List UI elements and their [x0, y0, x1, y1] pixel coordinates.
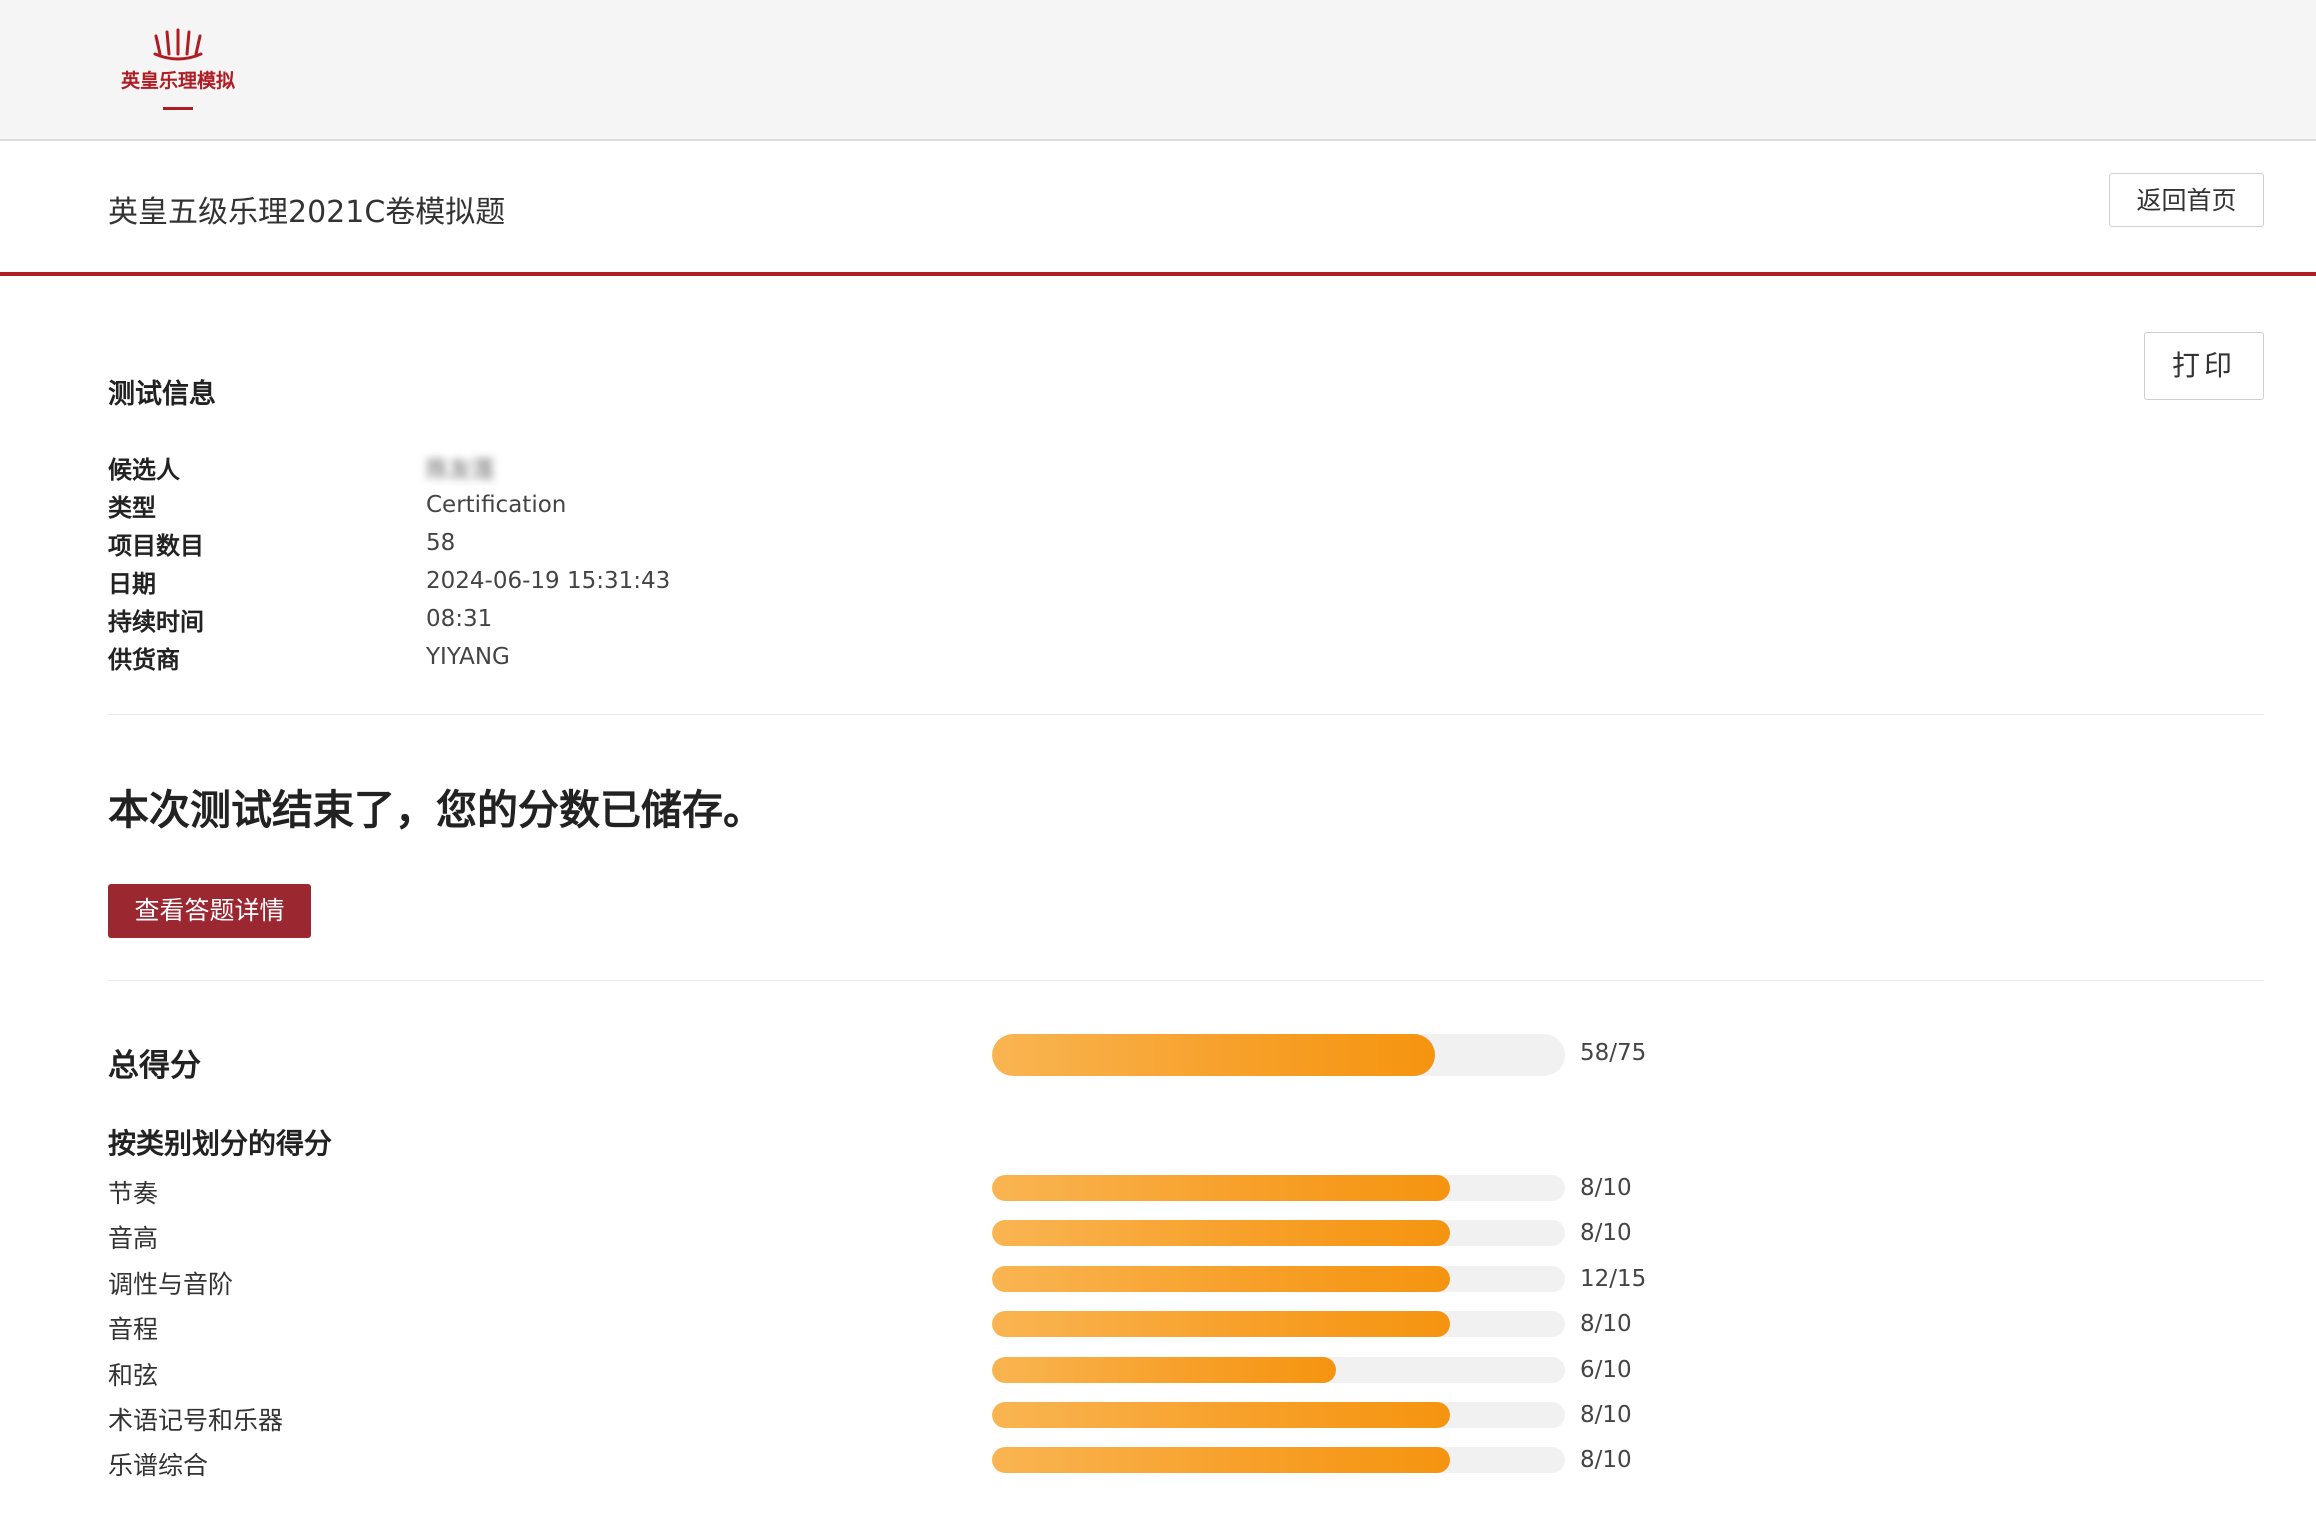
info-row-vendor: 供货商 YIYANG — [108, 638, 670, 676]
category-label: 音高 — [108, 1224, 159, 1253]
test-info-title: 测试信息 — [108, 379, 216, 410]
category-score-fill — [992, 1266, 1451, 1292]
category-scores-title: 按类别划分的得分 — [108, 1127, 333, 1160]
info-row-candidate: 候选人 陈友莲 — [108, 448, 670, 486]
category-score-fill — [992, 1175, 1451, 1201]
category-score-track — [992, 1266, 1565, 1292]
test-info-list: 候选人 陈友莲 类型 Certification 项目数目 58 日期 2024… — [108, 448, 670, 676]
category-score-value: 12/15 — [1580, 1266, 1647, 1292]
divider — [108, 714, 2264, 715]
category-score-fill — [992, 1220, 1451, 1246]
info-label: 类型 — [108, 493, 156, 522]
view-details-button[interactable]: 查看答题详情 — [108, 884, 311, 938]
info-value: 58 — [426, 530, 456, 556]
category-score-track — [992, 1357, 1565, 1383]
category-score-value: 8/10 — [1580, 1311, 1632, 1337]
crown-icon — [153, 28, 203, 61]
print-button[interactable]: 打印 — [2144, 332, 2264, 400]
exam-title: 英皇五级乐理2021C卷模拟题 — [108, 195, 506, 230]
category-score-track — [992, 1220, 1565, 1246]
category-score-track — [992, 1175, 1565, 1201]
total-score-track — [992, 1034, 1565, 1076]
category-score-value: 8/10 — [1580, 1402, 1632, 1428]
total-score-label: 总得分 — [108, 1048, 201, 1084]
category-score-fill — [992, 1447, 1451, 1473]
logo-text: 英皇乐理模拟 — [120, 70, 235, 92]
info-value: YIYANG — [426, 644, 510, 670]
home-button[interactable]: 返回首页 — [2109, 173, 2264, 227]
category-score-track — [992, 1447, 1565, 1473]
category-score-value: 8/10 — [1580, 1220, 1632, 1246]
category-label: 术语记号和乐器 — [108, 1406, 284, 1435]
category-score-fill — [992, 1311, 1451, 1337]
title-bar: 英皇五级乐理2021C卷模拟题 返回首页 — [0, 141, 2316, 276]
total-score-fill — [992, 1034, 1436, 1076]
info-value: Certification — [426, 492, 567, 518]
category-label: 调性与音阶 — [108, 1270, 234, 1299]
category-score-track — [992, 1311, 1565, 1337]
result-message: 本次测试结束了，您的分数已储存。 — [108, 786, 764, 834]
candidate-name: 陈友莲 — [426, 457, 495, 483]
info-label: 供货商 — [108, 645, 180, 674]
info-value: 2024-06-19 15:31:43 — [426, 568, 671, 594]
category-score-fill — [992, 1402, 1451, 1428]
category-label: 节奏 — [108, 1179, 159, 1208]
logo-underline — [163, 107, 193, 110]
total-score-value: 58/75 — [1580, 1040, 1647, 1066]
info-label: 日期 — [108, 569, 156, 598]
category-score-fill — [992, 1357, 1336, 1383]
info-row-date: 日期 2024-06-19 15:31:43 — [108, 562, 670, 600]
category-label: 和弦 — [108, 1361, 159, 1390]
info-row-item-count: 项目数目 58 — [108, 524, 670, 562]
category-score-track — [992, 1402, 1565, 1428]
info-label: 候选人 — [108, 455, 180, 484]
divider — [108, 980, 2264, 981]
info-label: 项目数目 — [108, 531, 204, 560]
top-bar: 英皇乐理模拟 — [0, 0, 2316, 141]
category-score-value: 8/10 — [1580, 1447, 1632, 1473]
logo[interactable]: 英皇乐理模拟 — [110, 28, 246, 110]
info-row-type: 类型 Certification — [108, 486, 670, 524]
category-label: 乐谱综合 — [108, 1451, 209, 1480]
category-score-value: 6/10 — [1580, 1357, 1632, 1383]
category-label: 音程 — [108, 1315, 159, 1344]
info-label: 持续时间 — [108, 607, 204, 636]
info-row-duration: 持续时间 08:31 — [108, 600, 670, 638]
category-score-value: 8/10 — [1580, 1175, 1632, 1201]
info-value: 08:31 — [426, 606, 493, 632]
